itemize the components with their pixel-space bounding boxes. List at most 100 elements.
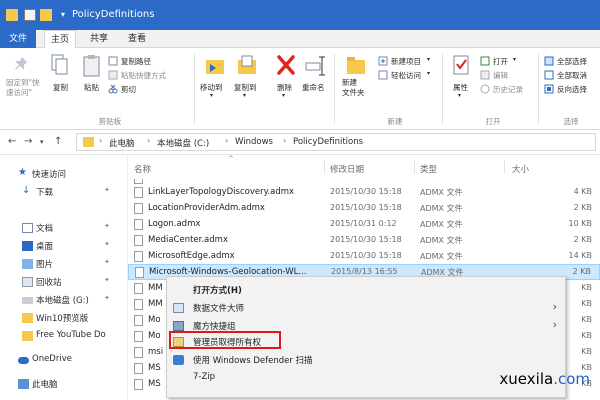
nav-item-pictures[interactable]: 图片 ✦ — [0, 255, 128, 273]
admx-file-icon — [134, 283, 143, 294]
cube-icon — [173, 321, 184, 331]
chevron-right-icon: › — [99, 136, 103, 145]
pictures-icon — [22, 259, 33, 269]
admx-file-icon — [134, 179, 143, 184]
admx-file-icon — [134, 203, 143, 214]
tab-view[interactable]: 查看 — [122, 30, 152, 48]
nav-item-recycle-bin[interactable]: 回收站 ✦ — [0, 273, 128, 291]
table-row[interactable]: MicrosoftEdge.admx 2015/10/30 15:18 ADMX… — [128, 249, 600, 264]
ribbon-separator — [334, 54, 335, 124]
new-folder-quick-icon[interactable] — [40, 9, 52, 21]
nav-item-local-disk-g[interactable]: 本地磁盘 (G:) ✦ — [0, 291, 128, 309]
address-row: ← → ▾ ↑ › 此电脑 › 本地磁盘 (C:) › Windows › Po… — [0, 130, 600, 155]
open-icon — [480, 56, 490, 66]
table-row[interactable]: MediaCenter.admx 2015/10/30 15:18 ADMX 文… — [128, 233, 600, 248]
column-divider[interactable] — [324, 160, 325, 174]
properties-dropdown-icon: ▾ — [458, 92, 462, 99]
column-header-date[interactable]: 修改日期 — [330, 163, 364, 175]
table-row[interactable]: LocationProviderAdm.admx 2015/10/30 15:1… — [128, 201, 600, 216]
breadcrumb-local-disk-c[interactable]: 本地磁盘 (C:) — [157, 137, 209, 149]
column-divider[interactable] — [414, 160, 415, 174]
column-header-type[interactable]: 类型 — [420, 163, 437, 175]
table-row[interactable]: Logon.admx 2015/10/31 0:12 ADMX 文件 10 KB — [128, 217, 600, 232]
breadcrumb-policydefinitions[interactable]: PolicyDefinitions — [293, 137, 363, 147]
document-icon — [22, 223, 33, 233]
admx-file-icon — [134, 187, 143, 198]
column-header-name[interactable]: 名称 — [134, 163, 151, 175]
open-group-label: 打开 — [485, 117, 501, 126]
tab-home[interactable]: 主页 — [44, 30, 76, 49]
pin-icon[interactable]: ✦ — [104, 222, 110, 230]
rename-icon — [305, 56, 325, 76]
admx-file-icon — [134, 315, 143, 326]
window-title: PolicyDefinitions — [72, 9, 155, 20]
clipboard-group-label: 剪贴板 — [98, 117, 122, 126]
chevron-right-icon: › — [552, 318, 557, 331]
sort-up-icon: ^ — [228, 155, 234, 163]
properties-icon — [453, 55, 469, 75]
move-to-dropdown-icon: ▾ — [210, 92, 214, 99]
properties-quick-icon[interactable] — [24, 9, 36, 21]
select-none-icon — [544, 70, 554, 80]
address-bar[interactable]: › 此电脑 › 本地磁盘 (C:) › Windows › PolicyDefi… — [76, 133, 596, 151]
tab-file[interactable]: 文件 — [0, 30, 36, 48]
pin-icon[interactable]: ✦ — [104, 240, 110, 248]
copy-path-icon — [108, 56, 118, 66]
highlight-annotation — [169, 331, 281, 349]
nav-item-free-youtube[interactable]: Free YouTube Do — [0, 327, 128, 345]
back-arrow-icon[interactable]: ← — [8, 136, 16, 147]
nav-item-this-pc[interactable]: 此电脑 — [0, 375, 128, 393]
menu-item-data-file-master[interactable]: 数据文件大师 › — [167, 299, 565, 317]
select-group-label: 选择 — [563, 117, 579, 126]
invert-selection-icon — [544, 84, 554, 94]
pin-icon[interactable]: ✦ — [104, 276, 110, 284]
chevron-right-icon: › — [552, 300, 557, 313]
new-item-dropdown-icon: ▾ — [427, 56, 431, 63]
pin-icon[interactable]: ✦ — [104, 294, 110, 302]
breadcrumb-windows[interactable]: Windows — [235, 137, 273, 147]
computer-icon — [18, 379, 29, 389]
column-divider[interactable] — [504, 160, 505, 174]
new-folder-icon — [347, 57, 365, 74]
pin-icon[interactable]: ✦ — [104, 186, 110, 194]
recent-locations-icon[interactable]: ▾ — [40, 138, 44, 146]
chevron-right-icon: › — [147, 136, 151, 145]
easy-access-dropdown-icon: ▾ — [427, 70, 431, 77]
pin-icon[interactable]: ✦ — [104, 258, 110, 266]
nav-item-documents[interactable]: 文档 ✦ — [0, 219, 128, 237]
ribbon-separator — [538, 54, 539, 124]
tab-share[interactable]: 共享 — [84, 30, 114, 48]
nav-item-downloads[interactable]: ↓ 下载 ✦ — [0, 183, 128, 201]
new-item-icon — [378, 56, 388, 66]
nav-item-win10-preview[interactable]: Win10预览版 — [0, 309, 128, 327]
nav-item-onedrive[interactable]: OneDrive — [0, 351, 128, 369]
forward-arrow-icon[interactable]: → — [24, 136, 32, 147]
menu-item-defender-scan[interactable]: 使用 Windows Defender 扫描 — [167, 351, 565, 369]
admx-file-icon — [135, 267, 144, 278]
easy-access-icon — [378, 70, 388, 80]
paste-shortcut-icon — [108, 70, 118, 80]
folder-icon — [22, 313, 33, 323]
column-header-size[interactable]: 大小 — [512, 163, 529, 175]
admx-file-icon — [134, 331, 143, 342]
recycle-bin-icon — [22, 277, 33, 287]
table-row[interactable]: LinkLayerTopologyDiscovery.admx 2015/10/… — [128, 185, 600, 200]
quick-access-dropdown-icon[interactable]: ▾ — [58, 9, 68, 21]
ribbon-tabs: 文件 主页 共享 查看 — [0, 30, 600, 49]
nav-item-quick-access[interactable]: 快速访问 ★ — [0, 165, 128, 183]
breadcrumb-this-pc[interactable]: 此电脑 — [109, 137, 135, 149]
navigation-pane: 快速访问 ★ ↓ 下载 ✦ 文档 ✦ 桌面 ✦ 图片 ✦ 回收站 ✦ 本地磁盘 … — [0, 155, 128, 400]
open-dropdown-icon: ▾ — [513, 56, 517, 63]
title-bar: ▾ PolicyDefinitions — [0, 0, 600, 30]
chevron-right-icon: › — [283, 136, 287, 145]
desktop-icon — [22, 241, 33, 251]
ribbon: 固定到"快 速访问" 复制 粘贴 复制路径 粘贴快捷方式 剪切 剪贴板 移动到 … — [0, 48, 600, 130]
folder-icon — [22, 331, 33, 341]
admx-file-icon — [134, 251, 143, 262]
nav-item-desktop[interactable]: 桌面 ✦ — [0, 237, 128, 255]
admx-file-icon — [134, 363, 143, 374]
edit-icon — [480, 70, 490, 80]
admx-file-icon — [134, 299, 143, 310]
menu-item-open-with[interactable]: 打开方式(H) — [167, 281, 565, 299]
up-arrow-icon[interactable]: ↑ — [54, 136, 62, 147]
